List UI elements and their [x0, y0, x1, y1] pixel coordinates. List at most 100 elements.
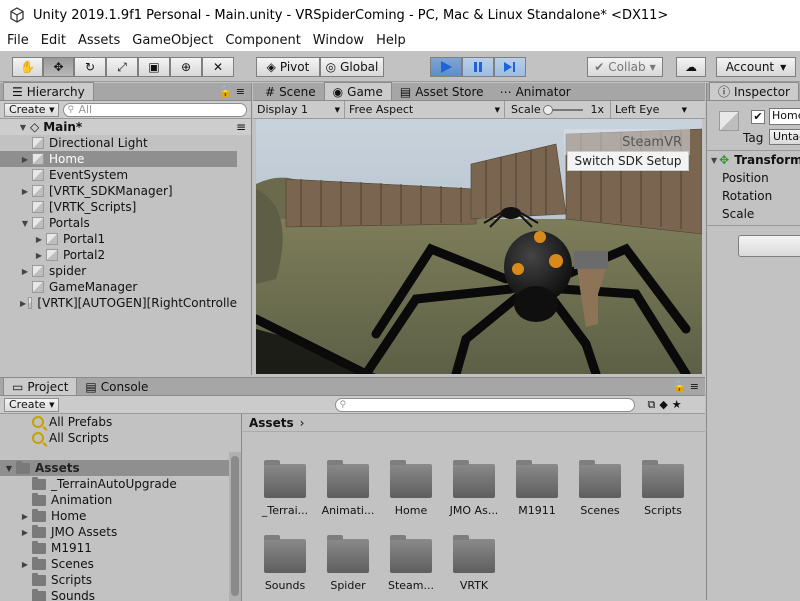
hierarchy-item[interactable]: ▶Portal2	[0, 247, 237, 263]
filter-type-icon[interactable]: ⧉	[647, 398, 655, 412]
cloud-button[interactable]: ☁	[676, 57, 706, 77]
expand-arrow-icon[interactable]: ▶	[20, 155, 30, 164]
move-tool-button[interactable]: ✥	[43, 57, 74, 77]
tag-label: Tag	[743, 131, 763, 145]
object-name-field[interactable]: Home	[769, 108, 800, 125]
panel-menu-icon[interactable]: 🔒 ≡	[673, 380, 699, 393]
tab-asset-store[interactable]: ▤Asset Store	[392, 83, 492, 100]
tab-project[interactable]: ▭Project	[3, 377, 77, 395]
menu-assets[interactable]: Assets	[71, 33, 125, 48]
transform-header[interactable]: ▼✥Transform	[707, 151, 800, 169]
menu-file[interactable]: File	[0, 33, 34, 48]
project-folder-item[interactable]: Animation	[0, 492, 112, 508]
tab-scene[interactable]: #Scene	[257, 83, 324, 100]
active-checkbox[interactable]: ✔	[751, 110, 765, 124]
menu-component[interactable]: Component	[218, 33, 305, 48]
project-folder-item[interactable]: Scripts	[0, 572, 92, 588]
menu-help[interactable]: Help	[369, 33, 411, 48]
tree-scrollbar[interactable]	[229, 452, 241, 601]
expand-arrow-icon[interactable]: ▼	[20, 219, 30, 228]
hierarchy-item[interactable]: ▶spider	[0, 263, 237, 279]
hierarchy-item[interactable]: ▶[VRTK_SDKManager]	[0, 183, 237, 199]
project-folder-item[interactable]: Sounds	[0, 588, 95, 601]
favorite-item[interactable]: All Scripts	[0, 430, 109, 446]
project-create-button[interactable]: Create ▼	[4, 398, 59, 412]
rotate-tool-button[interactable]: ↻	[74, 57, 106, 77]
tab-animator[interactable]: ⋯Animator	[492, 83, 579, 100]
project-folder-item[interactable]: ▶Home	[0, 508, 86, 524]
aspect-dropdown[interactable]: Free Aspect▼	[345, 101, 505, 119]
folder-icon: ▭	[12, 380, 23, 394]
display-dropdown[interactable]: Display 1▼	[253, 101, 345, 119]
expand-arrow-icon[interactable]: ▶	[20, 512, 30, 521]
project-folder-item[interactable]: ▶JMO Assets	[0, 524, 117, 540]
tab-hierarchy[interactable]: ☰Hierarchy	[3, 82, 94, 100]
asset-folder-label: Scenes	[565, 504, 635, 517]
game-view[interactable]: SteamVR Switch SDK Setup	[256, 119, 702, 374]
tag-dropdown[interactable]: Untagged	[769, 129, 800, 145]
expand-arrow-icon[interactable]: ▶	[20, 267, 30, 276]
hierarchy-item[interactable]: EventSystem	[0, 167, 237, 183]
project-folder-item[interactable]: M1911	[0, 540, 92, 556]
expand-arrow-icon[interactable]: ▶	[20, 528, 30, 537]
hierarchy-item[interactable]: Directional Light	[0, 135, 237, 151]
expand-arrow-icon[interactable]: ▶	[34, 251, 44, 260]
assets-root[interactable]: ▼Assets	[0, 460, 230, 476]
window-title: Unity 2019.1.9f1 Personal - Main.unity -…	[33, 8, 668, 23]
pause-button[interactable]	[462, 57, 494, 77]
expand-arrow-icon[interactable]: ▶	[20, 560, 30, 569]
expand-arrow-icon[interactable]: ▶	[34, 235, 44, 244]
collab-dropdown[interactable]: ✔Collab▼	[587, 57, 663, 77]
menu-edit[interactable]: Edit	[34, 33, 71, 48]
hierarchy-item[interactable]: ▶[VRTK][AUTOGEN][RightControlle	[0, 295, 237, 311]
account-dropdown[interactable]: Account▼	[716, 57, 796, 77]
hierarchy-item[interactable]: ▶Portal1	[0, 231, 237, 247]
asset-folder-label: M1911	[502, 504, 572, 517]
custom-tool-button[interactable]: ✕	[202, 57, 234, 77]
gameobject-cube-icon	[32, 217, 44, 229]
unity-scene-icon: ◇	[30, 120, 39, 134]
global-toggle[interactable]: ◎Global	[320, 57, 384, 77]
hierarchy-item[interactable]: ▼Portals	[0, 215, 237, 231]
tab-console[interactable]: ▤Console	[77, 378, 156, 395]
hierarchy-item[interactable]: ▶Home	[0, 151, 237, 167]
hierarchy-item[interactable]: [VRTK_Scripts]	[0, 199, 237, 215]
transform-tool-button[interactable]: ⊕	[170, 57, 202, 77]
rotation-label: Rotation	[722, 187, 800, 205]
favorite-star-icon[interactable]: ★	[672, 398, 682, 411]
scene-menu-icon[interactable]: ≡	[236, 120, 246, 134]
menu-gameobject[interactable]: GameObject	[125, 33, 218, 48]
expand-arrow-icon[interactable]: ▼	[18, 123, 28, 132]
add-component-button[interactable]	[738, 235, 800, 257]
panel-menu-icon[interactable]: 🔒 ≡	[219, 85, 245, 98]
switch-sdk-button[interactable]: Switch SDK Setup	[567, 151, 689, 171]
pivot-toggle[interactable]: ◈Pivot	[256, 57, 320, 77]
expand-arrow-icon[interactable]: ▶	[20, 299, 26, 308]
hierarchy-search-input[interactable]: ⚲All	[63, 103, 247, 117]
scene-root[interactable]: ▼◇Main*≡	[0, 119, 251, 135]
eye-dropdown[interactable]: Left Eye▼	[611, 101, 691, 119]
expand-arrow-icon[interactable]: ▶	[20, 187, 30, 196]
menu-bar: File Edit Assets GameObject Component Wi…	[0, 30, 800, 51]
favorite-item[interactable]: All Prefabs	[0, 414, 112, 430]
step-icon	[503, 61, 517, 73]
project-folder-item[interactable]: _TerrainAutoUpgrade	[0, 476, 177, 492]
filter-label-icon[interactable]: ◆	[659, 398, 667, 411]
expand-arrow-icon[interactable]: ▼	[4, 464, 14, 473]
project-search-input[interactable]: ⚲	[335, 398, 635, 412]
hand-tool-button[interactable]: ✋	[12, 57, 43, 77]
scale-tool-button[interactable]: ⤢	[106, 57, 138, 77]
tab-inspector[interactable]: ⓘInspector	[709, 82, 799, 100]
expand-arrow-icon[interactable]: ▼	[711, 156, 717, 165]
rect-tool-button[interactable]: ▣	[138, 57, 170, 77]
hierarchy-item[interactable]: GameManager	[0, 279, 237, 295]
tab-game[interactable]: ◉Game	[324, 82, 392, 100]
hierarchy-create-button[interactable]: Create ▼	[4, 103, 59, 117]
step-button[interactable]	[494, 57, 526, 77]
project-folder-item[interactable]: ▶Scenes	[0, 556, 94, 572]
menu-window[interactable]: Window	[306, 33, 369, 48]
scale-track[interactable]	[545, 109, 583, 111]
play-button[interactable]	[430, 57, 462, 77]
scale-slider[interactable]: Scale1x	[505, 101, 611, 119]
folder-icon	[390, 464, 432, 498]
